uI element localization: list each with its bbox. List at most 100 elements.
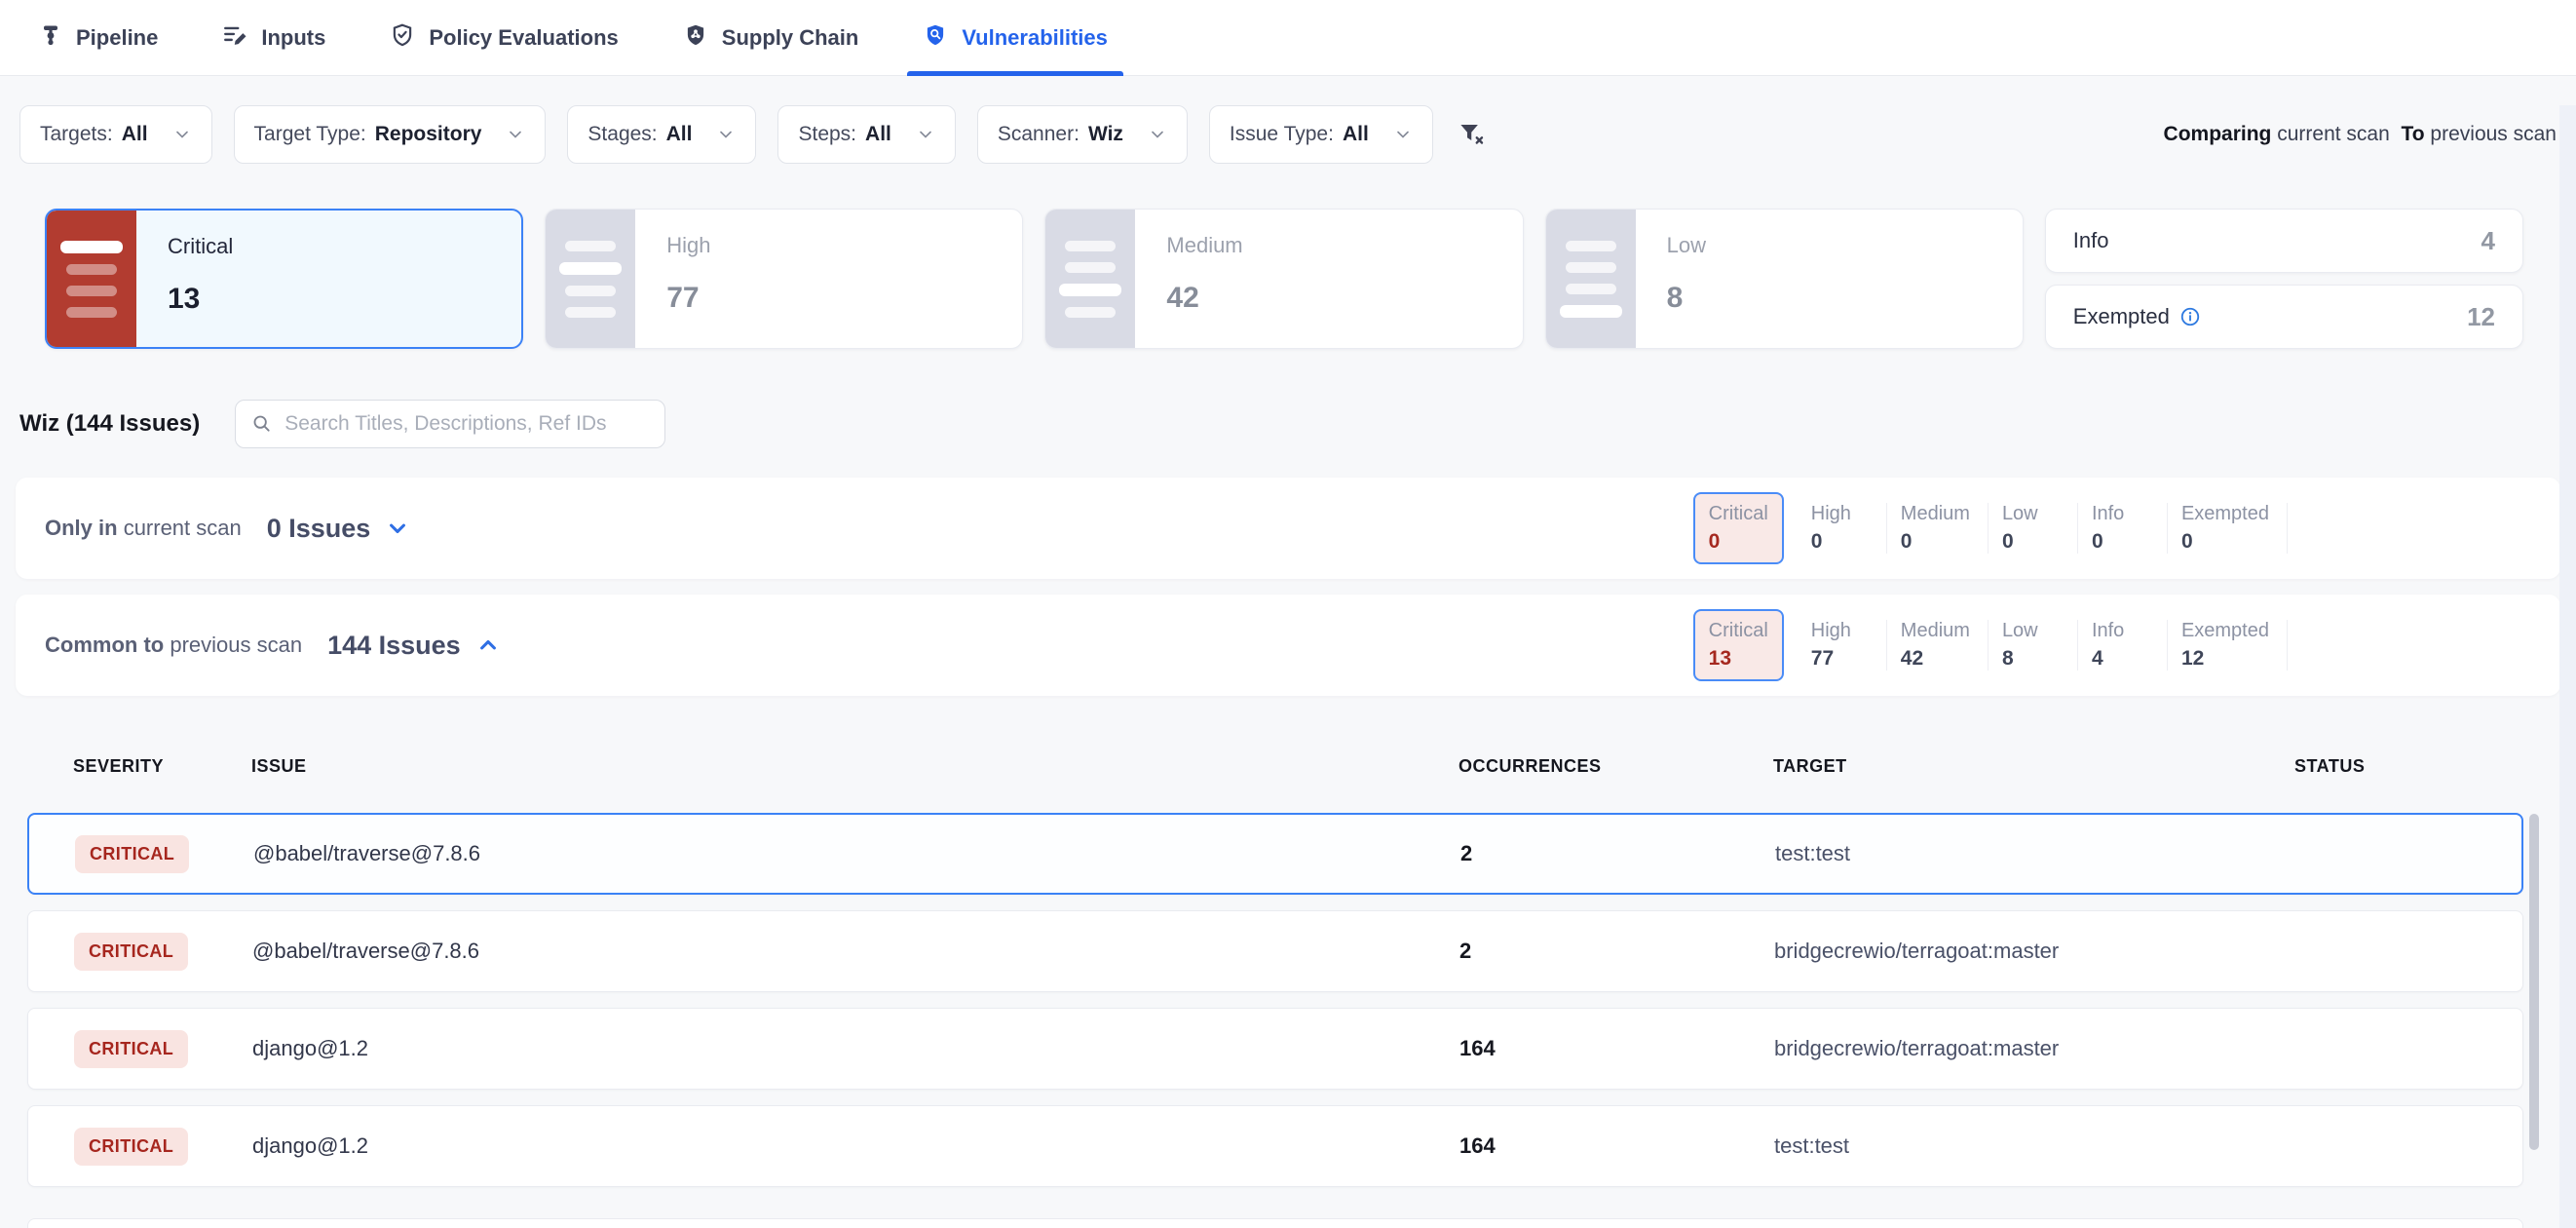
pill-high[interactable]: High 77 — [1798, 620, 1887, 671]
column-header-severity: SEVERITY — [73, 756, 251, 777]
filter-value: Repository — [375, 123, 482, 146]
section-issues-toggle[interactable]: 0 Issues — [267, 514, 412, 544]
issues-count: 144 Issues — [327, 631, 461, 661]
clear-filters-icon[interactable] — [1457, 120, 1486, 149]
comparing-to: To — [2401, 123, 2424, 145]
pill-count: 42 — [1901, 647, 1970, 671]
filter-issue-type[interactable]: Issue Type: All — [1209, 105, 1433, 164]
window-scrollbar-track — [2559, 105, 2576, 1228]
filter-target-type[interactable]: Target Type:Repository — [234, 105, 547, 164]
filter-value: All — [865, 123, 891, 146]
pill-critical[interactable]: Critical 0 — [1693, 492, 1784, 564]
tab-label: Policy Evaluations — [429, 25, 618, 51]
filter-steps[interactable]: Steps:All — [777, 105, 955, 164]
shield-search-icon — [923, 22, 948, 54]
severity-pills: Critical 13 High 77 Medium 42 Low 8 Info… — [1693, 609, 2288, 681]
section-scope: Common to — [45, 633, 164, 657]
tab-vulnerabilities[interactable]: Vulnerabilities — [923, 0, 1108, 75]
chevron-down-icon[interactable] — [384, 515, 411, 542]
pill-count: 0 — [2092, 530, 2149, 554]
issues-count: 0 Issues — [267, 514, 371, 544]
card-label: High — [666, 233, 710, 258]
pill-high[interactable]: High 0 — [1798, 503, 1887, 554]
exempted-label: Exempted — [2073, 304, 2170, 329]
severity-badge: CRITICAL — [74, 1030, 188, 1068]
pill-count: 0 — [1709, 530, 1768, 554]
pill-medium[interactable]: Medium 0 — [1887, 503, 1989, 554]
chevron-down-icon — [506, 125, 525, 144]
pill-info[interactable]: Info 0 — [2078, 503, 2168, 554]
chevron-down-icon — [172, 125, 192, 144]
tab-policy-evaluations[interactable]: Policy Evaluations — [390, 0, 618, 75]
table-row[interactable]: CRITICAL django@1.2 164 bridgecrewio/ter… — [27, 1008, 2523, 1090]
card-label: Medium — [1166, 233, 1242, 258]
section-label: Common to previous scan — [45, 633, 302, 658]
pill-label: Info — [2092, 503, 2149, 525]
table-scrollbar-thumb[interactable] — [2529, 814, 2539, 1150]
pill-count: 77 — [1811, 647, 1869, 671]
severity-card-exempted[interactable]: Exempted 12 — [2045, 285, 2523, 349]
filter-label: Targets: — [40, 123, 113, 146]
occurrences-cell: 164 — [1459, 1133, 1774, 1159]
card-count: 12 — [2467, 302, 2495, 332]
table-row[interactable]: CRITICAL @babel/traverse@7.8.6 2 bridgec… — [27, 910, 2523, 992]
severity-bars-icon — [47, 211, 136, 347]
pill-label: Low — [2002, 620, 2060, 642]
column-header-issue: ISSUE — [251, 756, 1458, 777]
card-label: Low — [1667, 233, 1706, 258]
table-row[interactable]: CRITICAL django@1.2 164 test:test — [27, 1105, 2523, 1187]
severity-card-high[interactable]: High 77 — [545, 209, 1023, 349]
severity-card-info[interactable]: Info 4 — [2045, 209, 2523, 273]
tab-pipeline[interactable]: Pipeline — [39, 0, 158, 75]
filter-value: Wiz — [1088, 123, 1123, 146]
filter-scanner[interactable]: Scanner: Wiz — [977, 105, 1188, 164]
severity-card-low[interactable]: Low 8 — [1545, 209, 2024, 349]
section-issues-toggle[interactable]: 144 Issues — [327, 631, 502, 661]
search-box — [235, 400, 665, 448]
search-input[interactable] — [284, 412, 649, 436]
filter-value: All — [1343, 123, 1369, 146]
occurrences-cell: 164 — [1459, 1036, 1774, 1061]
comparing-label: Comparing — [2164, 123, 2272, 145]
target-cell: test:test — [1775, 841, 2296, 866]
severity-card-medium[interactable]: Medium 42 — [1044, 209, 1523, 349]
filter-value: All — [122, 123, 148, 146]
only-in-current-scan-section: Only in current scan 0 Issues Critical 0… — [16, 478, 2560, 579]
section-label: Only in current scan — [45, 516, 242, 541]
issue-cell: django@1.2 — [252, 1036, 1459, 1061]
card-count: 8 — [1667, 282, 1706, 315]
pill-medium[interactable]: Medium 42 — [1887, 620, 1989, 671]
chevron-up-icon[interactable] — [474, 632, 502, 659]
severity-badge: CRITICAL — [75, 835, 189, 873]
filter-targets[interactable]: Targets: All — [19, 105, 212, 164]
occurrences-cell: 2 — [1459, 939, 1774, 964]
severity-badge: CRITICAL — [74, 1128, 188, 1166]
pill-low[interactable]: Low 8 — [1989, 620, 2078, 671]
scanner-row: Wiz (144 Issues) — [19, 400, 2576, 448]
pill-low[interactable]: Low 0 — [1989, 503, 2078, 554]
tab-label: Vulnerabilities — [962, 25, 1108, 51]
filter-label: Scanner: — [998, 123, 1080, 146]
target-cell: test:test — [1774, 1133, 2295, 1159]
pill-exempted[interactable]: Exempted 12 — [2168, 620, 2288, 671]
filter-stages[interactable]: Stages:All — [567, 105, 756, 164]
comparing-previous: previous scan — [2430, 123, 2557, 145]
tab-inputs[interactable]: Inputs — [222, 0, 325, 75]
pill-critical[interactable]: Critical 13 — [1693, 609, 1784, 681]
severity-card-critical[interactable]: Critical 13 — [45, 209, 523, 349]
issues-table: SEVERITY ISSUE OCCURRENCES TARGET STATUS… — [27, 741, 2523, 1187]
column-header-status: STATUS — [2294, 756, 2523, 777]
filter-label: Issue Type: — [1230, 123, 1334, 146]
severity-bars-icon — [546, 210, 635, 348]
shield-check-icon — [390, 22, 415, 54]
card-label: Exempted — [2073, 304, 2201, 329]
tab-bar: Pipeline Inputs Policy Evaluations Suppl… — [0, 0, 2576, 76]
next-row-peek — [27, 1218, 2523, 1228]
tab-supply-chain[interactable]: Supply Chain — [683, 0, 859, 75]
pill-info[interactable]: Info 4 — [2078, 620, 2168, 671]
severity-pills: Critical 0 High 0 Medium 0 Low 0 Info 0 … — [1693, 492, 2288, 564]
issue-cell: django@1.2 — [252, 1133, 1459, 1159]
pill-exempted[interactable]: Exempted 0 — [2168, 503, 2288, 554]
shield-network-icon — [683, 22, 708, 54]
table-row[interactable]: CRITICAL @babel/traverse@7.8.6 2 test:te… — [27, 813, 2523, 895]
